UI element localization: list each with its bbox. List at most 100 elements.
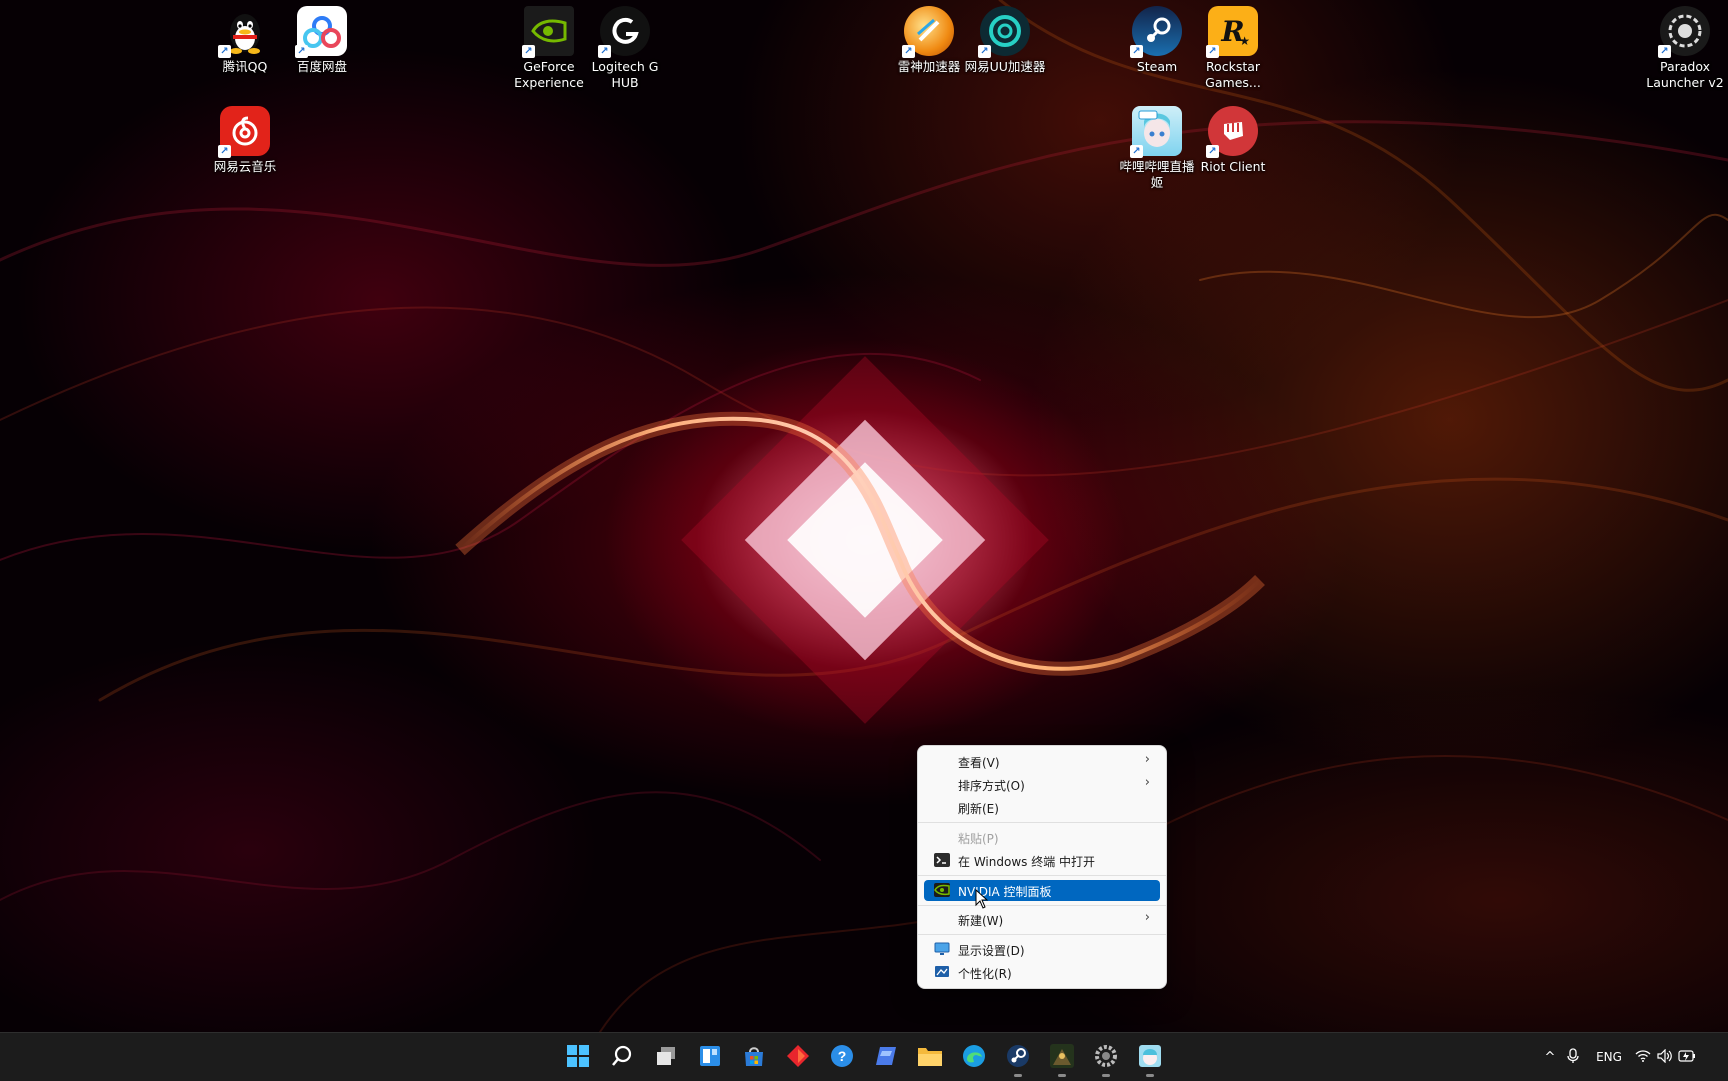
menu-item-label: 排序方式(O) (958, 779, 1025, 793)
nvidia-icon (934, 883, 950, 897)
monitor-icon (934, 942, 950, 956)
widgets-button[interactable] (695, 1041, 725, 1071)
desktop-icon-geforce-experience[interactable]: ↗ GeForce Experience (506, 0, 592, 91)
edge-browser-button[interactable] (959, 1041, 989, 1071)
menu-separator (918, 934, 1166, 935)
menu-item-sort-by[interactable]: 排序方式(O) › (924, 774, 1160, 795)
volume-icon[interactable] (1654, 1048, 1676, 1066)
show-hidden-icons-chevron-up-icon[interactable]: ^ (1540, 1050, 1560, 1065)
blue-app-icon (876, 1047, 896, 1065)
system-tray: ^ ENG (1540, 1033, 1698, 1081)
shortcut-arrow-icon: ↗ (522, 45, 535, 58)
menu-separator (918, 822, 1166, 823)
microsoft-store-button[interactable] (739, 1041, 769, 1071)
bilibili-live-icon (1139, 1045, 1161, 1067)
desktop-icon-paradox-launcher[interactable]: ↗ Paradox Launcher v2 (1642, 0, 1728, 91)
shortcut-arrow-icon: ↗ (1206, 145, 1219, 158)
running-indicator (1146, 1074, 1154, 1077)
desktop-icon-riot-client[interactable]: ↗ Riot Client (1190, 100, 1276, 175)
desktop-icon-label: Rockstar Games... (1205, 59, 1261, 90)
menu-item-display-settings[interactable]: 显示设置(D) (924, 939, 1160, 960)
game-app-icon (1050, 1044, 1074, 1068)
steam-icon: ↗ (1130, 6, 1182, 58)
desktop-context-menu: 查看(V) › 排序方式(O) › 刷新(E) 粘贴(P) 在 Windows … (917, 745, 1167, 989)
menu-item-label: 在 Windows 终端 中打开 (958, 855, 1096, 869)
uu-accelerator-icon: ↗ (978, 6, 1030, 58)
bilibili-live-icon: ↗ (1130, 106, 1182, 158)
menu-item-label: 新建(W) (958, 914, 1004, 928)
search-button[interactable] (607, 1041, 637, 1071)
gear-icon (1095, 1045, 1117, 1067)
shortcut-arrow-icon: ↗ (218, 145, 231, 158)
desktop-icon-bilibili-live[interactable]: ↗ 哔哩哔哩直播姬 (1114, 100, 1200, 191)
desktop-icon-label: GeForce Experience (514, 59, 584, 90)
desktop-icon-logitech-ghub[interactable]: ↗ Logitech G HUB (582, 0, 668, 91)
menu-item-personalize[interactable]: 个性化(R) (924, 962, 1160, 983)
edge-icon (963, 1045, 985, 1067)
menu-item-open-in-terminal[interactable]: 在 Windows 终端 中打开 (924, 850, 1160, 871)
desktop-icon-netease-uu[interactable]: ↗ 网易UU加速器 (962, 0, 1048, 75)
desktop-icon-label: 网易云音乐 (213, 159, 277, 174)
leishen-icon: ↗ (902, 6, 954, 58)
menu-item-label: 显示设置(D) (958, 944, 1025, 958)
menu-item-paste: 粘贴(P) (924, 827, 1160, 848)
riot-fist-icon: ↗ (1206, 106, 1258, 158)
menu-separator (918, 875, 1166, 876)
task-view-button[interactable] (651, 1041, 681, 1071)
desktop-icon-steam[interactable]: ↗ Steam (1114, 0, 1200, 75)
menu-separator (918, 905, 1166, 906)
menu-item-nvidia-control-panel[interactable]: NVIDIA 控制面板 (924, 880, 1160, 901)
input-language-indicator[interactable]: ENG (1586, 1050, 1632, 1064)
taskbar-app-red[interactable] (783, 1041, 813, 1071)
steam-taskbar-button[interactable] (1003, 1041, 1033, 1077)
shortcut-arrow-icon: ↗ (1130, 145, 1143, 158)
logitech-g-icon: ↗ (598, 6, 650, 58)
settings-button[interactable] (1091, 1041, 1121, 1077)
menu-item-label: 粘贴(P) (958, 832, 999, 846)
get-help-button[interactable]: ? (827, 1041, 857, 1071)
menu-item-refresh[interactable]: 刷新(E) (924, 797, 1160, 818)
desktop-icon-leishen-accelerator[interactable]: ↗ 雷神加速器 (886, 0, 972, 75)
shortcut-arrow-icon: ↗ (978, 45, 991, 58)
nvidia-icon: ↗ (522, 6, 574, 58)
menu-item-label: 刷新(E) (958, 802, 999, 816)
desktop-icon-label: 百度网盘 (296, 59, 347, 74)
windows-logo-icon (567, 1045, 589, 1067)
netease-music-icon: ↗ (218, 106, 270, 158)
desktop-icon-qq[interactable]: ↗ 腾讯QQ (202, 0, 288, 75)
widgets-icon (700, 1046, 720, 1066)
desktop-icon-rockstar[interactable]: R ★ ↗ Rockstar Games... (1190, 0, 1276, 91)
rockstar-icon: R ★ ↗ (1206, 6, 1258, 58)
menu-item-view[interactable]: 查看(V) › (924, 751, 1160, 772)
paradox-icon: ↗ (1658, 6, 1710, 58)
chevron-right-icon: › (1144, 752, 1150, 767)
running-indicator (1102, 1074, 1110, 1077)
shortcut-arrow-icon: ↗ (902, 45, 915, 58)
desktop-icon-label: Steam (1136, 59, 1178, 74)
taskbar-app-blue[interactable] (871, 1041, 901, 1071)
bilibili-live-taskbar-button[interactable] (1135, 1041, 1165, 1077)
search-icon (612, 1045, 632, 1066)
file-explorer-button[interactable] (915, 1041, 945, 1071)
game-app-button[interactable] (1047, 1041, 1077, 1077)
menu-item-label: 个性化(R) (958, 967, 1012, 981)
qq-icon: ↗ (218, 6, 270, 58)
microphone-icon[interactable] (1560, 1047, 1586, 1067)
chevron-right-icon: › (1144, 775, 1150, 790)
start-button[interactable] (563, 1041, 593, 1071)
shortcut-arrow-icon: ↗ (218, 45, 231, 58)
steam-icon (1007, 1045, 1029, 1067)
wifi-icon[interactable] (1632, 1049, 1654, 1065)
battery-icon[interactable] (1676, 1049, 1698, 1065)
desktop-icon-baidu-netdisk[interactable]: ↗ 百度网盘 (279, 0, 365, 75)
red-diamond-app-icon (787, 1045, 809, 1067)
shortcut-arrow-icon: ↗ (598, 45, 611, 58)
taskbar: ? ^ ENG (0, 1032, 1728, 1081)
desktop-icon-label: 哔哩哔哩直播姬 (1119, 159, 1195, 190)
shortcut-arrow-icon: ↗ (295, 45, 308, 58)
desktop-icon-netease-music[interactable]: ↗ 网易云音乐 (202, 100, 288, 175)
desktop-icon-label: Logitech G HUB (591, 59, 659, 90)
menu-item-new[interactable]: 新建(W) › (924, 909, 1160, 930)
chevron-right-icon: › (1144, 910, 1150, 925)
store-icon (745, 1047, 763, 1066)
